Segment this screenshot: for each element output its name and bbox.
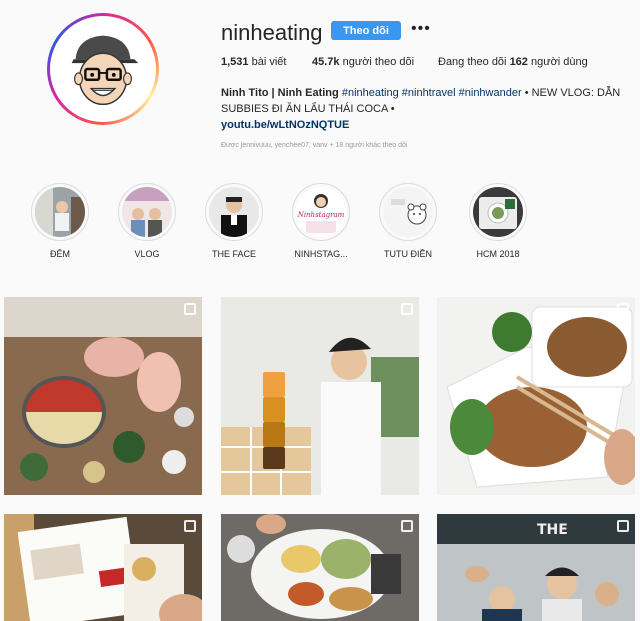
followers-label: người theo dõi xyxy=(342,56,415,68)
post-image xyxy=(221,297,419,495)
post-image xyxy=(4,514,202,621)
highlight-label: HCM 2018 xyxy=(476,249,520,259)
highlight-label: THE FACE xyxy=(211,249,256,259)
followed-by-text[interactable]: Được jennivuuu, yenchee07, vanv + 18 ngư… xyxy=(221,142,407,149)
post-thumbnail[interactable] xyxy=(4,514,202,621)
svg-text:Ninhstagram: Ninhstagram xyxy=(297,211,345,219)
post-thumbnail[interactable]: THE xyxy=(437,514,635,621)
highlight-cover-image xyxy=(209,187,259,237)
bio-hashtags[interactable]: #ninheating #ninhtravel #ninhwander xyxy=(342,87,522,99)
carousel-icon xyxy=(617,520,629,532)
highlight-item[interactable]: HCM 2018 xyxy=(467,183,529,259)
highlight-cover-image xyxy=(35,187,85,237)
highlight-cover-image xyxy=(383,187,433,237)
highlight-label: TUTU ĐIỀN xyxy=(384,249,432,259)
post-image xyxy=(4,297,202,495)
highlight-cover-image xyxy=(122,187,172,237)
carousel-icon xyxy=(184,303,196,315)
posts-label: bài viết xyxy=(251,56,287,68)
post-thumbnail[interactable] xyxy=(221,297,419,495)
post-thumbnail[interactable] xyxy=(221,514,419,621)
carousel-icon xyxy=(617,303,629,315)
highlight-item[interactable]: Ninhstagram NINHSTAG... xyxy=(290,183,352,259)
following-label: người dùng xyxy=(530,56,588,68)
highlight-label: VLOG xyxy=(134,249,160,259)
highlight-item[interactable]: THE FACE xyxy=(203,183,265,259)
posts-stat: 1,531 bài viết xyxy=(221,56,286,68)
highlight-item[interactable]: ĐÊM xyxy=(29,183,91,259)
more-horizontal-icon[interactable]: ••• xyxy=(411,20,431,38)
followers-count: 45.7k xyxy=(312,56,340,68)
svg-text:THE: THE xyxy=(537,522,568,538)
highlight-item[interactable]: TUTU ĐIỀN xyxy=(377,183,439,259)
highlight-label: ĐÊM xyxy=(50,249,70,259)
following-count: 162 xyxy=(509,56,528,68)
followers-stat[interactable]: 45.7k người theo dõi xyxy=(312,56,414,68)
carousel-icon xyxy=(184,520,196,532)
posts-count: 1,531 xyxy=(221,56,249,68)
bio-name: Ninh Tito | Ninh Eating xyxy=(221,87,339,99)
highlight-cover-image xyxy=(473,187,523,237)
avatar-cartoon-image xyxy=(54,20,152,118)
post-image: THE xyxy=(437,514,635,621)
carousel-icon xyxy=(401,303,413,315)
following-prefix: Đang theo dõi xyxy=(438,56,507,68)
carousel-icon xyxy=(401,520,413,532)
bio-link[interactable]: youtu.be/wLtNOzNQTUE xyxy=(221,117,621,133)
profile-username: ninheating xyxy=(221,20,323,45)
post-image xyxy=(437,297,635,495)
profile-avatar[interactable] xyxy=(47,13,159,125)
follow-button[interactable]: Theo dõi xyxy=(331,21,401,40)
post-image xyxy=(221,514,419,621)
highlight-cover-image: Ninhstagram xyxy=(296,187,346,237)
following-stat[interactable]: Đang theo dõi 162 người dùng xyxy=(438,56,588,68)
post-thumbnail[interactable] xyxy=(437,297,635,495)
post-thumbnail[interactable] xyxy=(4,297,202,495)
profile-bio: Ninh Tito | Ninh Eating #ninheating #nin… xyxy=(221,85,621,133)
highlight-label: NINHSTAG... xyxy=(294,249,348,259)
highlight-item[interactable]: VLOG xyxy=(116,183,178,259)
